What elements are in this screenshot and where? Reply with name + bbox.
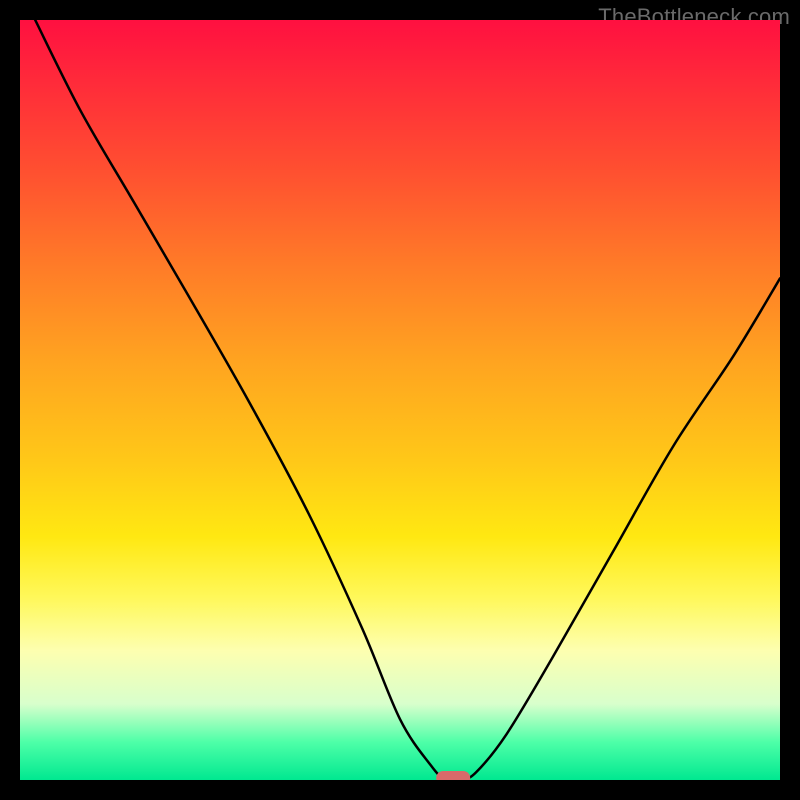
bottleneck-curve-path xyxy=(35,20,780,780)
minimum-marker xyxy=(436,771,470,780)
curve-svg xyxy=(20,20,780,780)
plot-area xyxy=(20,20,780,780)
chart-frame: TheBottleneck.com xyxy=(0,0,800,800)
